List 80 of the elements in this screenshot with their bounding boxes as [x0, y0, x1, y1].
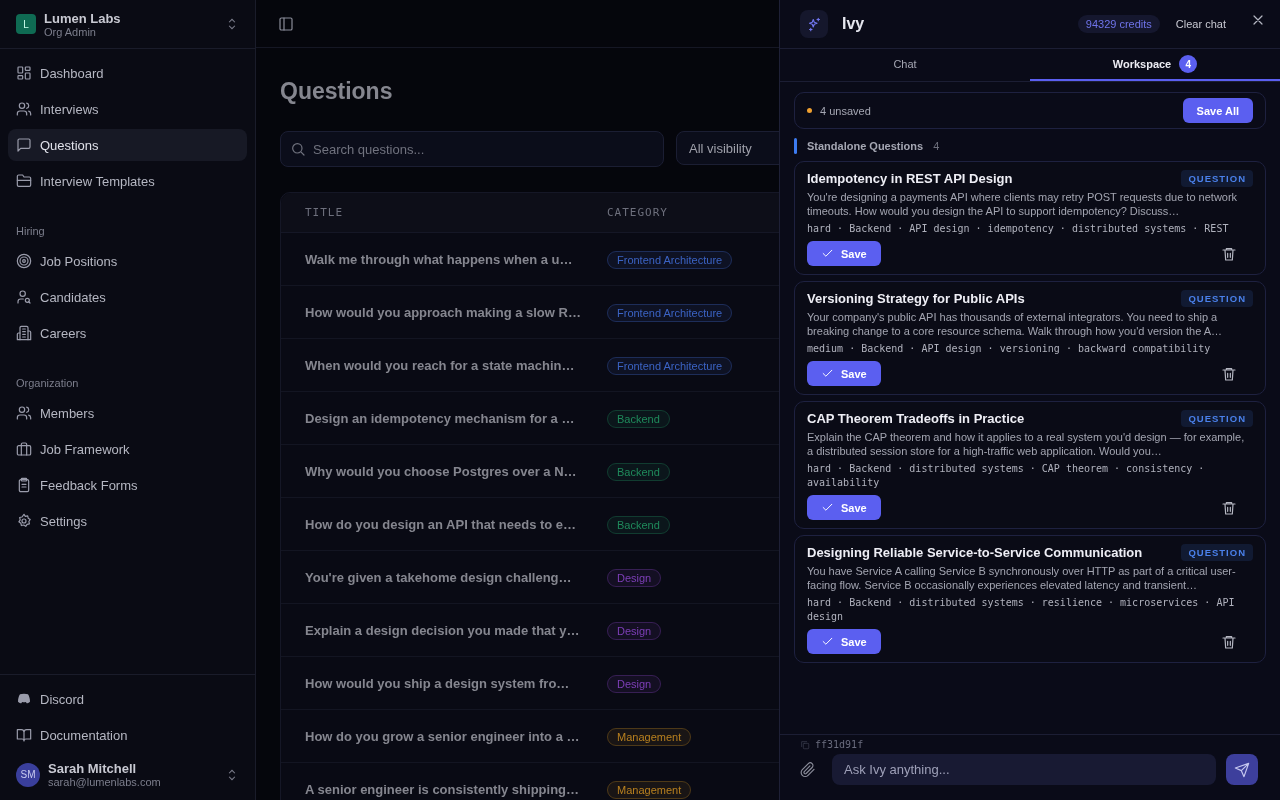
- page-title: Questions: [280, 78, 394, 105]
- question-title: Idempotency in REST API Design: [807, 171, 1013, 186]
- category-tag: Backend: [607, 410, 670, 428]
- column-header: CATEGORY: [607, 206, 668, 219]
- count-badge: 4: [1179, 55, 1198, 73]
- question-title[interactable]: How would you ship a design system fro…: [281, 675, 607, 691]
- category-tag: Frontend Architecture: [607, 251, 733, 269]
- question-title[interactable]: Explain a design decision you made that y…: [281, 622, 607, 638]
- user-avatar: SM: [16, 762, 40, 787]
- question-title[interactable]: Walk me through what happens when a u…: [281, 251, 607, 267]
- question-description: Explain the CAP theorem and how it applies to a real system you'd design — for example, a distributed session store for a high-traffic web application. Would you…: [807, 430, 1246, 458]
- save-button[interactable]: Save: [807, 629, 881, 654]
- nav-item[interactable]: Dashboard: [8, 57, 247, 89]
- footer-link[interactable]: Discord: [8, 683, 247, 715]
- question-description: Your company's public API has thousands of external integrators. You need to ship a breaking change to a core resource schema. Walk through how you'd version the A…: [807, 310, 1224, 338]
- nav-item[interactable]: Interviews: [8, 93, 247, 125]
- question-title[interactable]: How do you grow a senior engineer into a …: [281, 728, 607, 744]
- credits-badge: 94329 credits: [1077, 15, 1160, 33]
- question-title[interactable]: Why would you choose Postgres over a N…: [281, 463, 607, 479]
- type-badge: QUESTION: [1181, 290, 1253, 307]
- section-title: Standalone Questions: [807, 140, 924, 152]
- category-tag: Frontend Architecture: [607, 304, 733, 322]
- save-button[interactable]: Save: [807, 361, 881, 386]
- category-tag: Frontend Architecture: [607, 357, 733, 375]
- section-heading: Hiring: [15, 224, 46, 239]
- panel-tab[interactable]: Chat: [780, 49, 1030, 81]
- save-button[interactable]: Save: [807, 495, 881, 520]
- category-tag: Design: [607, 622, 662, 640]
- unsaved-count: 4 unsaved: [820, 104, 871, 117]
- question-tags: medium · Backend · API design · versioning · backward compatibility: [807, 342, 1253, 356]
- org-role: Org Admin: [44, 25, 97, 38]
- category-tag: Management: [607, 728, 692, 746]
- type-badge: QUESTION: [1181, 544, 1253, 561]
- nav-item[interactable]: Feedback Forms: [8, 469, 247, 501]
- search-field[interactable]: Search questions...: [280, 131, 664, 167]
- nav-item[interactable]: Job Framework: [8, 433, 247, 465]
- type-badge: QUESTION: [1181, 170, 1253, 187]
- nav-item[interactable]: Members: [8, 397, 247, 429]
- question-title: Designing Reliable Service-to-Service Communication: [807, 545, 1143, 560]
- message-input[interactable]: Ask Ivy anything...: [832, 754, 1216, 785]
- question-tags: hard · Backend · distributed systems · CAP theorem · consistency · availability: [807, 462, 1253, 490]
- user-email: sarah@lumenlabs.com: [48, 776, 162, 788]
- panel-tab[interactable]: Workspace 4: [1030, 49, 1280, 81]
- version-hash: ff31d91f: [815, 739, 864, 750]
- nav-item[interactable]: Candidates: [8, 281, 247, 313]
- question-title[interactable]: A senior engineer is consistently shipping…: [281, 781, 607, 797]
- clear-chat-button[interactable]: Clear chat: [1169, 18, 1232, 30]
- org-logo: L: [16, 14, 36, 34]
- category-tag: Backend: [607, 463, 670, 481]
- question-description: You have Service A calling Service B synchronously over HTTP as part of a critical user-facing flow. Service B occasionally experiences elevated latency and transient…: [807, 564, 1237, 592]
- type-badge: QUESTION: [1181, 410, 1253, 427]
- category-tag: Management: [607, 781, 692, 799]
- question-title: CAP Theorem Tradeoffs in Practice: [807, 411, 1025, 426]
- user-name: Sarah Mitchell: [48, 761, 138, 776]
- question-title: Versioning Strategy for Public APIs: [807, 291, 1025, 306]
- section-count: 4: [933, 140, 940, 152]
- question-title[interactable]: How do you design an API that needs to e…: [281, 516, 607, 532]
- question-title[interactable]: When would you reach for a state machin…: [281, 357, 607, 373]
- question-title[interactable]: How would you approach making a slow R…: [281, 304, 607, 320]
- save-all-button[interactable]: Save All: [1182, 98, 1253, 123]
- category-tag: Design: [607, 569, 662, 587]
- category-tag: Design: [607, 675, 662, 693]
- question-tags: hard · Backend · distributed systems · resilience · microservices · API design: [807, 596, 1253, 624]
- column-header: TITLE: [304, 206, 345, 219]
- category-tag: Backend: [607, 516, 670, 534]
- question-title[interactable]: You're given a takehome design challeng…: [281, 569, 607, 585]
- nav-item[interactable]: Settings: [8, 505, 247, 537]
- question-title[interactable]: Design an idempotency mechanism for a …: [281, 410, 607, 426]
- save-button[interactable]: Save: [807, 241, 881, 266]
- footer-link[interactable]: Documentation: [8, 719, 247, 751]
- visibility-dropdown[interactable]: All visibility: [676, 131, 779, 165]
- question-tags: hard · Backend · API design · idempotency · distributed systems · REST: [807, 222, 1253, 236]
- nav-item[interactable]: Interview Templates: [8, 165, 247, 197]
- org-name: Lumen Labs: [44, 10, 122, 26]
- nav-item[interactable]: Job Positions: [8, 245, 247, 277]
- nav-item[interactable]: Careers: [8, 317, 247, 349]
- nav-item[interactable]: Questions: [8, 129, 247, 161]
- question-description: You're designing a payments API where clients may retry POST requests due to network timeouts. How would you design the API to support idempotency? Discuss…: [807, 190, 1239, 218]
- assistant-name: Ivy: [842, 15, 865, 33]
- section-heading: Organization: [15, 376, 80, 391]
